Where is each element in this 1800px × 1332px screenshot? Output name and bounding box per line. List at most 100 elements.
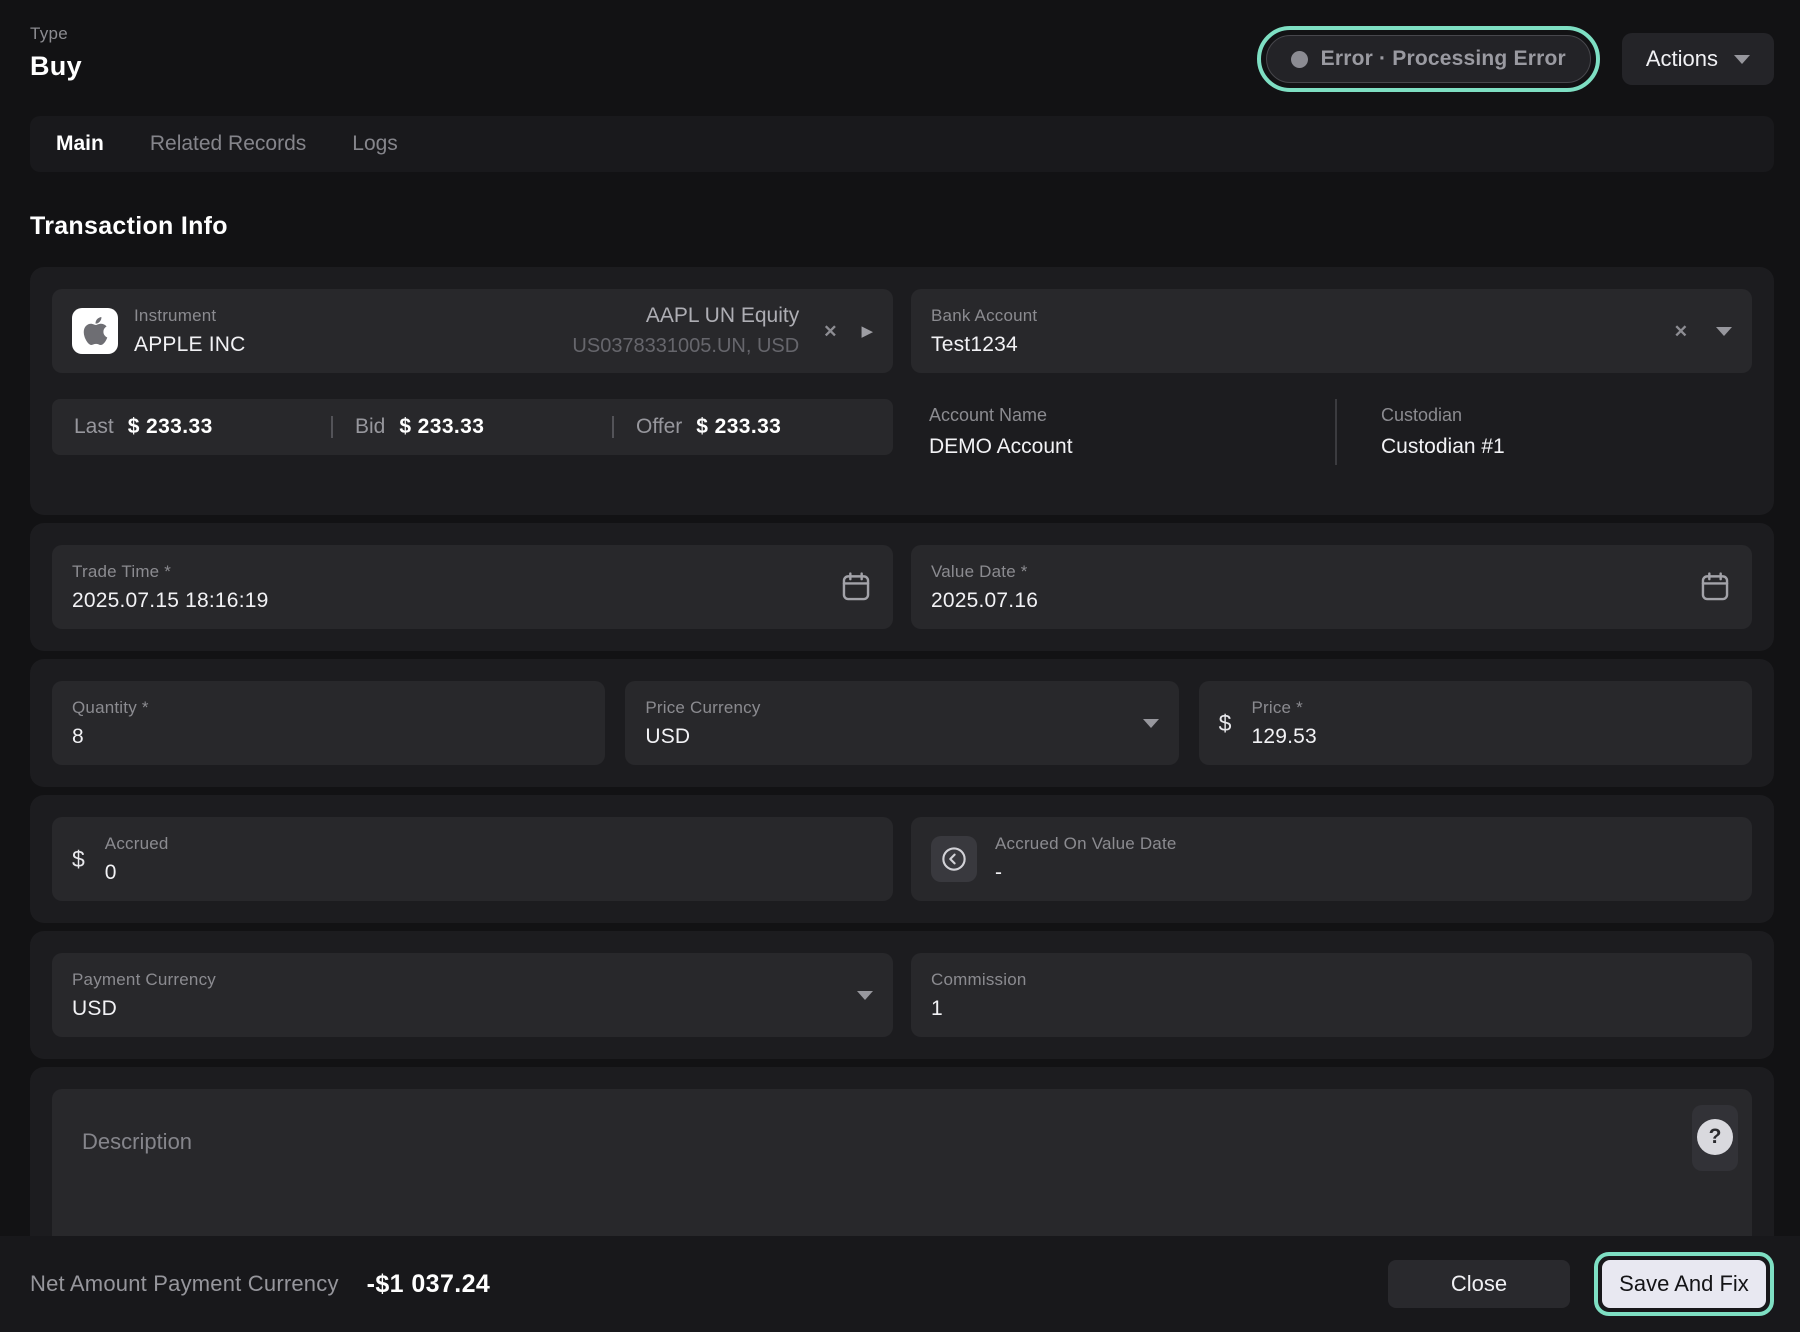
status-dot-icon (1291, 51, 1308, 68)
payment-currency-dropdown-icon[interactable] (857, 991, 873, 1000)
instrument-value-block: Instrument APPLE INC (134, 306, 246, 357)
account-info-block: Account Name DEMO Account Custodian Cust… (911, 399, 1752, 465)
chevron-down-icon (1734, 55, 1750, 64)
footer-bar: Net Amount Payment Currency -$1 037.24 C… (0, 1236, 1800, 1332)
payment-currency-field[interactable]: Payment Currency USD (52, 953, 893, 1037)
tab-bar: Main Related Records Logs (30, 116, 1774, 172)
type-label: Type (30, 24, 82, 44)
clear-bank-account-icon[interactable]: ✕ (1674, 323, 1688, 340)
accrued-field[interactable]: $ Accrued 0 (52, 817, 893, 901)
actions-button-label: Actions (1646, 46, 1718, 72)
quote-last-value: $ 233.33 (128, 415, 213, 439)
trade-time-value: 2025.07.15 18:16:19 (72, 589, 268, 613)
account-name-label: Account Name (929, 405, 1335, 426)
value-date-value: 2025.07.16 (931, 589, 1038, 613)
price-field[interactable]: $ Price * 129.53 (1199, 681, 1752, 765)
price-currency-field[interactable]: Price Currency USD (625, 681, 1178, 765)
calendar-icon[interactable] (1698, 570, 1732, 604)
quote-offer: Offer $ 233.33 (614, 415, 893, 439)
status-badge-label: Error · Processing Error (1321, 47, 1566, 71)
bank-account-value-block: Bank Account Test1234 (931, 306, 1037, 357)
quote-bid-value: $ 233.33 (399, 415, 484, 439)
close-button[interactable]: Close (1388, 1260, 1570, 1308)
quote-bid: Bid $ 233.33 (333, 415, 612, 439)
account-name-block: Account Name DEMO Account (929, 405, 1335, 459)
custodian-label: Custodian (1381, 405, 1734, 426)
bank-account-field[interactable]: Bank Account Test1234 ✕ (911, 289, 1752, 373)
value-date-label: Value Date * (931, 562, 1038, 582)
price-currency-value-block: Price Currency USD (645, 698, 760, 749)
dates-panel: Trade Time * 2025.07.15 18:16:19 Value D… (30, 523, 1774, 651)
tab-logs[interactable]: Logs (352, 132, 398, 156)
transaction-detail-page: Type Buy Error · Processing Error Action… (0, 0, 1800, 1332)
apple-icon (72, 308, 118, 354)
topbar-actions: Error · Processing Error Actions (1257, 26, 1774, 92)
quantity-label: Quantity * (72, 698, 149, 718)
payment-currency-value: USD (72, 997, 216, 1021)
net-amount-block: Net Amount Payment Currency -$1 037.24 (30, 1270, 490, 1299)
instrument-value: APPLE INC (134, 333, 246, 357)
footer-buttons: Close Save And Fix (1388, 1252, 1774, 1316)
quote-bid-label: Bid (355, 415, 385, 439)
pricing-panel: Quantity * 8 Price Currency USD $ Price … (30, 659, 1774, 787)
instrument-field[interactable]: Instrument APPLE INC AAPL UN Equity US03… (52, 289, 893, 373)
quote-offer-label: Offer (636, 415, 682, 439)
value-date-value-block: Value Date * 2025.07.16 (931, 562, 1038, 613)
payment-currency-label: Payment Currency (72, 970, 216, 990)
market-quotes-bar: Last $ 233.33 Bid $ 233.33 Offer $ 233.3… (52, 399, 893, 455)
save-and-fix-button[interactable]: Save And Fix (1602, 1260, 1766, 1308)
accrued-label: Accrued (105, 834, 169, 854)
accrued-panel: $ Accrued 0 Accrued On Value Date - (30, 795, 1774, 923)
calendar-icon[interactable] (839, 570, 873, 604)
open-instrument-icon[interactable]: ▶ (861, 324, 873, 339)
trade-time-value-block: Trade Time * 2025.07.15 18:16:19 (72, 562, 268, 613)
value-date-field[interactable]: Value Date * 2025.07.16 (911, 545, 1752, 629)
tab-main[interactable]: Main (56, 132, 104, 156)
clear-instrument-icon[interactable]: ✕ (823, 323, 837, 340)
accrued-on-value-date-value: - (995, 861, 1177, 885)
net-amount-label: Net Amount Payment Currency (30, 1271, 339, 1297)
custodian-block: Custodian Custodian #1 (1337, 405, 1734, 459)
instrument-identifier: US0378331005.UN, USD (572, 335, 799, 358)
section-title: Transaction Info (30, 212, 1770, 241)
price-currency-value: USD (645, 725, 760, 749)
trade-time-label: Trade Time * (72, 562, 268, 582)
quantity-field[interactable]: Quantity * 8 (52, 681, 605, 765)
status-badge-highlight-ring: Error · Processing Error (1257, 26, 1600, 92)
custodian-value: Custodian #1 (1381, 435, 1734, 459)
arrow-left-circle-icon[interactable] (931, 836, 977, 882)
accrued-on-value-date-block: Accrued On Value Date - (995, 834, 1177, 885)
bank-account-value: Test1234 (931, 333, 1037, 357)
question-icon: ? (1697, 1119, 1733, 1155)
instrument-ticker: AAPL UN Equity (572, 304, 799, 328)
instrument-right-block: AAPL UN Equity US0378331005.UN, USD ✕ ▶ (572, 304, 873, 358)
tab-related-records[interactable]: Related Records (150, 132, 306, 156)
bank-account-dropdown-icon[interactable] (1716, 327, 1732, 336)
commission-value-block: Commission 1 (931, 970, 1027, 1021)
help-button[interactable]: ? (1692, 1105, 1738, 1171)
bank-account-label: Bank Account (931, 306, 1037, 326)
price-value: 129.53 (1251, 725, 1316, 749)
price-currency-dropdown-icon[interactable] (1143, 719, 1159, 728)
commission-field[interactable]: Commission 1 (911, 953, 1752, 1037)
price-currency-label: Price Currency (645, 698, 760, 718)
dollar-icon: $ (1219, 710, 1232, 737)
accrued-value-block: Accrued 0 (105, 834, 169, 885)
instrument-label: Instrument (134, 306, 246, 326)
accrued-value: 0 (105, 861, 169, 885)
status-badge[interactable]: Error · Processing Error (1266, 35, 1591, 83)
bank-account-controls: ✕ (1674, 323, 1732, 340)
quantity-value: 8 (72, 725, 149, 749)
price-value-block: Price * 129.53 (1251, 698, 1316, 749)
page-title: Buy (30, 51, 82, 82)
save-button-highlight-ring: Save And Fix (1594, 1252, 1774, 1316)
actions-button[interactable]: Actions (1622, 33, 1774, 85)
accrued-on-value-date-field[interactable]: Accrued On Value Date - (911, 817, 1752, 901)
payment-panel: Payment Currency USD Commission 1 (30, 931, 1774, 1059)
topbar: Type Buy Error · Processing Error Action… (0, 0, 1800, 92)
account-name-value: DEMO Account (929, 435, 1335, 459)
quote-offer-value: $ 233.33 (696, 415, 781, 439)
instrument-ticker-block: AAPL UN Equity US0378331005.UN, USD (572, 304, 799, 358)
quote-last: Last $ 233.33 (52, 415, 331, 439)
trade-time-field[interactable]: Trade Time * 2025.07.15 18:16:19 (52, 545, 893, 629)
